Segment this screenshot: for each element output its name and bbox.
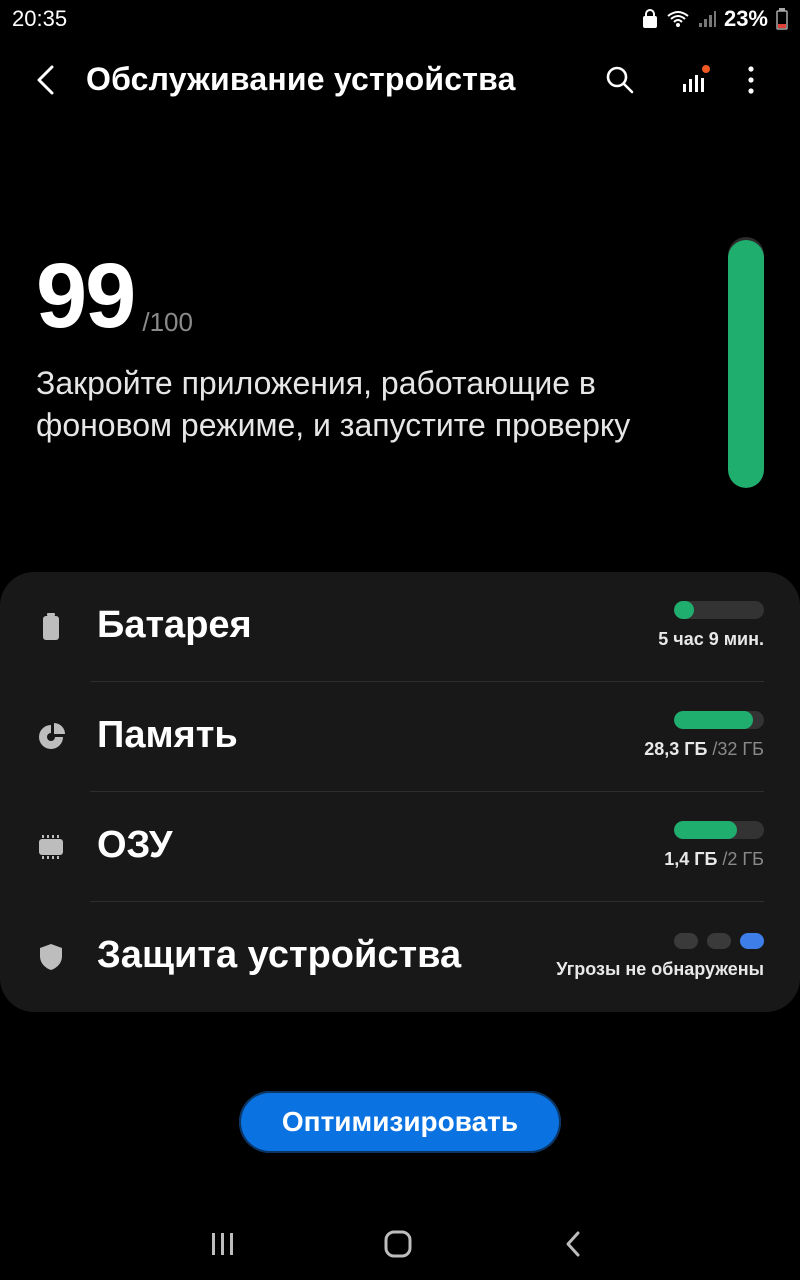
app-bar: Обслуживание устройства <box>0 48 800 112</box>
storage-total: /32 ГБ <box>712 739 764 759</box>
search-button[interactable] <box>602 62 638 98</box>
ram-label: ОЗУ <box>97 824 173 866</box>
navigation-bar <box>0 1206 800 1280</box>
status-icons: 23% <box>642 6 788 32</box>
home-icon <box>384 1230 412 1258</box>
cellular-signal-icon <box>698 10 716 28</box>
stats-button[interactable] <box>676 62 712 98</box>
optimize-button[interactable]: Оптимизировать <box>239 1091 561 1153</box>
score-meter <box>728 237 764 488</box>
battery-percent: 23% <box>723 6 768 31</box>
nav-back-button[interactable] <box>553 1226 593 1262</box>
recents-icon <box>212 1233 233 1255</box>
device-score: 99 /100 <box>36 250 193 342</box>
page-title: Обслуживание устройства <box>86 61 516 97</box>
score-max: /100 <box>142 307 193 337</box>
battery-label: Батарея <box>97 604 252 646</box>
more-options-button[interactable] <box>733 62 769 98</box>
battery-bar <box>674 601 764 619</box>
secure-folder-icon <box>642 9 658 29</box>
more-vert-icon <box>748 66 754 94</box>
recents-button[interactable] <box>203 1226 243 1262</box>
ram-bar <box>674 821 764 839</box>
storage-row[interactable]: Память 28,3 ГБ /32 ГБ <box>0 682 800 792</box>
protection-row[interactable]: Защита устройства Угрозы не обнаружены <box>0 902 800 1012</box>
memory-chip-icon <box>36 832 66 862</box>
score-meter-fill <box>728 239 764 488</box>
status-dot-active <box>740 933 764 949</box>
battery-icon <box>36 612 66 642</box>
ram-row[interactable]: ОЗУ 1,4 ГБ /2 ГБ <box>0 792 800 902</box>
status-dot <box>707 933 731 949</box>
status-battery-icon <box>776 8 788 30</box>
status-time: 20:35 <box>12 6 68 31</box>
protection-status-dots <box>674 933 764 949</box>
status-dot <box>674 933 698 949</box>
ram-used: 1,4 ГБ <box>664 849 718 869</box>
wifi-icon <box>666 10 690 28</box>
ram-bar-fill <box>674 821 737 839</box>
ram-detail: 1,4 ГБ /2 ГБ <box>664 849 764 870</box>
status-bar: 20:35 23% <box>0 0 800 38</box>
protection-label: Защита устройства <box>97 934 462 976</box>
back-button[interactable] <box>28 62 64 98</box>
search-icon <box>606 66 634 94</box>
home-button[interactable] <box>378 1226 418 1262</box>
shield-icon <box>36 942 66 972</box>
back-icon <box>566 1231 580 1257</box>
protection-detail: Угрозы не обнаружены <box>556 959 764 979</box>
status-card: Батарея 5 час 9 мин. Память 28,3 ГБ /32 … <box>0 572 800 1012</box>
storage-pie-icon <box>36 722 66 752</box>
signal-bars-icon <box>683 65 710 92</box>
storage-used: 28,3 ГБ <box>644 739 708 759</box>
score-message: Закройте приложения, работающие в фоново… <box>36 365 631 443</box>
battery-bar-fill <box>674 601 694 619</box>
storage-label: Память <box>97 714 238 756</box>
back-arrow-icon <box>37 65 54 95</box>
storage-bar-fill <box>674 711 754 729</box>
battery-row[interactable]: Батарея 5 час 9 мин. <box>0 572 800 682</box>
storage-detail: 28,3 ГБ /32 ГБ <box>644 739 764 760</box>
ram-total: /2 ГБ <box>722 849 764 869</box>
storage-bar <box>674 711 764 729</box>
battery-detail: 5 час 9 мин. <box>658 629 764 649</box>
score-value: 99 <box>36 245 136 347</box>
